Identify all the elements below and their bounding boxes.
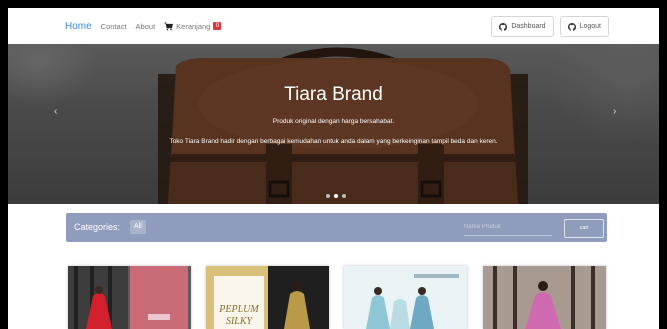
logout-label: Logout bbox=[579, 23, 601, 30]
page: Home Contact About Keranjang 0 Dashboard… bbox=[8, 8, 659, 329]
product-search-input[interactable] bbox=[464, 219, 552, 236]
product-card[interactable] bbox=[344, 266, 467, 329]
screen-frame: Home Contact About Keranjang 0 Dashboard… bbox=[0, 0, 667, 329]
hero-description: Toko Tiara Brand hadir dengan berbagai k… bbox=[169, 138, 498, 145]
product-photo-red-dress bbox=[68, 266, 191, 329]
github-icon bbox=[567, 22, 576, 31]
hero-carousel: Tiara Brand Produk original dengan harga… bbox=[8, 44, 659, 204]
hero-title: Tiara Brand bbox=[284, 84, 383, 105]
logout-button[interactable]: Logout bbox=[559, 16, 609, 37]
nav-about-link[interactable]: About bbox=[136, 22, 156, 31]
categories-label: Categories: bbox=[74, 222, 121, 232]
navbar: Home Contact About Keranjang 0 Dashboard… bbox=[8, 8, 659, 45]
carousel-dot-active[interactable] bbox=[334, 194, 338, 198]
product-photo-pink-dress bbox=[483, 266, 606, 329]
silky-label: SILKY bbox=[225, 316, 253, 327]
chevron-right-icon[interactable]: › bbox=[613, 106, 616, 117]
nav-contact-link[interactable]: Contact bbox=[101, 22, 127, 31]
peplum-label: PEPLUM bbox=[219, 304, 259, 315]
dashboard-button[interactable]: Dashboard bbox=[491, 16, 554, 37]
carousel-dot[interactable] bbox=[342, 194, 346, 198]
chevron-left-icon[interactable]: ‹ bbox=[54, 106, 57, 117]
dashboard-label: Dashboard bbox=[511, 23, 546, 30]
search-button[interactable]: cari bbox=[564, 219, 604, 238]
carousel-indicators bbox=[326, 194, 346, 198]
cart-label: Keranjang bbox=[176, 21, 211, 31]
cart-count-badge: 0 bbox=[213, 22, 222, 30]
nav-actions: Dashboard Logout bbox=[491, 16, 609, 37]
github-icon bbox=[499, 22, 508, 31]
product-photo-blue-outfits bbox=[344, 266, 467, 329]
cart-icon bbox=[164, 22, 174, 30]
product-card[interactable]: PEPLUM SILKY bbox=[206, 266, 329, 329]
category-bar: Categories: All cari bbox=[66, 213, 607, 242]
product-card[interactable] bbox=[68, 266, 191, 329]
product-card[interactable] bbox=[483, 266, 606, 329]
nav-links: Home Contact About Keranjang 0 bbox=[65, 8, 222, 44]
category-all-button[interactable]: All bbox=[130, 220, 146, 234]
nav-home-link[interactable]: Home bbox=[65, 21, 92, 32]
carousel-dot[interactable] bbox=[326, 194, 330, 198]
hero-subtitle: Produk original dengan harga bersahabat. bbox=[272, 118, 395, 125]
nav-cart-link[interactable]: Keranjang 0 bbox=[164, 21, 222, 31]
